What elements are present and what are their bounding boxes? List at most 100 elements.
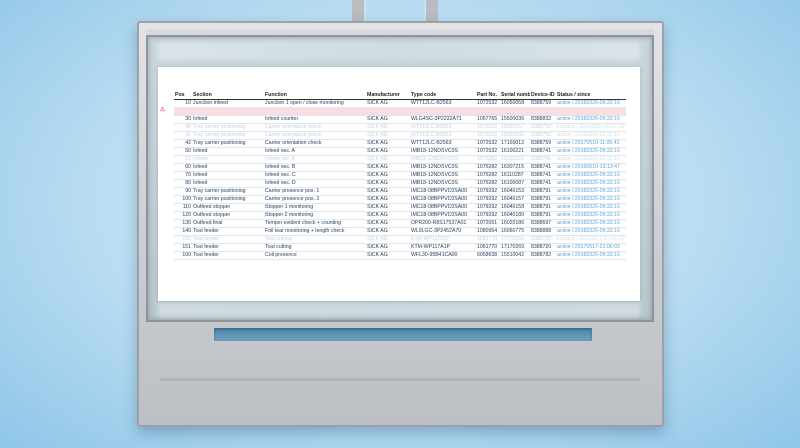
cell-status: active / 20160326-09:32:16 xyxy=(556,227,626,236)
cell-pos: 60 xyxy=(174,163,192,172)
cell-device-id: 8388782 xyxy=(530,251,556,260)
table-row[interactable]: 90 Tray carrier positioning Carrier presen… xyxy=(174,187,626,196)
cell-part-no: 1076282 xyxy=(476,171,500,180)
cell-device-id: 8388741 xyxy=(530,171,556,180)
cell-type-code: IMC18-08BPPVC0SA00 xyxy=(410,195,476,204)
cell-type-code: KTM-WP11781P xyxy=(410,235,476,244)
cell-device-id: 8388741 xyxy=(530,179,556,188)
monitor-card-slot[interactable] xyxy=(214,328,592,341)
table-row[interactable]: 150 Tout feeder Tout cutting SICK AG KTM-WP1… xyxy=(174,235,626,244)
cell-part-no: 1072051 xyxy=(476,219,500,228)
table-row[interactable]: 130 Outfeed final Temper evident check + c… xyxy=(174,219,626,228)
cell-type-code: IMB18-12NDSVC0S xyxy=(410,163,476,172)
table-row[interactable]: 160 Tout feeder Coil presence SICK AG WFL30-… xyxy=(174,251,626,260)
table-body: 10 Junction infeed Junction 1 open / close… xyxy=(174,99,626,260)
table-header-row: Pos Section Function Manufacturer Type code P… xyxy=(174,92,626,100)
table-row[interactable]: 140 Tout feeder Foil tear monitoring + len… xyxy=(174,227,626,236)
table-row[interactable]: 10 Junction infeed Junction 1 open / close… xyxy=(174,99,626,108)
cell-pos: 41 xyxy=(174,131,192,140)
cell-manufacturer: SICK AG xyxy=(366,203,410,212)
cell-device-id: 8388759 xyxy=(530,99,556,108)
column-header: Function xyxy=(264,92,366,100)
cell-device-id: 8388791 xyxy=(530,187,556,196)
cell-device-id xyxy=(530,107,556,116)
cell-function: Tout cutting xyxy=(264,243,366,252)
cell-section: Tray carrier positioning xyxy=(192,195,264,204)
cell-device-id: 8388758 xyxy=(530,123,556,132)
column-header: Serial number xyxy=(500,92,530,100)
cell-device-id: 8388741 xyxy=(530,163,556,172)
table-row[interactable]: 120 Outfeed stopper Stopper 2 monitoring SI… xyxy=(174,211,626,220)
column-header: Pos xyxy=(174,92,192,100)
cell-section: Tout feeder xyxy=(192,251,264,260)
column-header: Type code xyxy=(410,92,476,100)
cell-pos: 51 xyxy=(174,155,192,164)
table-row[interactable]: 151 Tout feeder Tout cutting SICK AG KTM-WP1… xyxy=(174,243,626,252)
cell-type-code: WTT12LC-B2563 xyxy=(410,131,476,140)
cell-serial: 15500036 xyxy=(500,115,530,124)
cell-serial: 16040158 xyxy=(500,203,530,212)
cell-section: Infeed xyxy=(192,155,264,164)
table-row[interactable]: 51 Infeed Infeed sec. A SICK AG IMB18-12NDSV… xyxy=(174,155,626,164)
table-row[interactable]: 40 Tray carrier positioning Carrier orient… xyxy=(174,123,626,132)
cell-manufacturer: SICK AG xyxy=(366,155,410,164)
table-row[interactable]: 110 Outfeed stopper Stopper 1 monitoring SI… xyxy=(174,203,626,212)
cell-status: inactive / 20160326-09:32:16 xyxy=(556,123,626,132)
cell-status xyxy=(556,107,626,116)
cell-status: active / 20160326-09:32:16 xyxy=(556,171,626,180)
cell-manufacturer: SICK AG xyxy=(366,139,410,148)
table-row[interactable]: 50 Infeed Infeed sec. A SICK AG IMB18-12NDSV… xyxy=(174,147,626,156)
cell-function: Infeed counter xyxy=(264,115,366,124)
cell-pos: 120 xyxy=(174,211,192,220)
table-row[interactable]: 70 Infeed Infeed sec. C SICK AG IMB18-12NDSV… xyxy=(174,171,626,180)
cell-serial: 17170269 xyxy=(500,235,530,244)
cell-manufacturer xyxy=(366,107,410,116)
cell-status: active / 20160326-09:32:16 xyxy=(556,187,626,196)
monitor-bottom-edge xyxy=(160,378,640,381)
cell-manufacturer: SICK AG xyxy=(366,187,410,196)
cell-device-id: 8388759 xyxy=(530,139,556,148)
cell-pos: 40 xyxy=(174,123,192,132)
cell-pos: 42 xyxy=(174,139,192,148)
cell-type-code: IMC18-08BPPVC0SA00 xyxy=(410,187,476,196)
cell-function: Infeed sec. A xyxy=(264,147,366,156)
cell-manufacturer: SICK AG xyxy=(366,115,410,124)
cell-manufacturer: SICK AG xyxy=(366,123,410,132)
cell-pos: 151 xyxy=(174,243,192,252)
column-header: Section xyxy=(192,92,264,100)
cell-function: Stopper 2 monitoring xyxy=(264,211,366,220)
cell-type-code: IMB18-12NDSVC0S xyxy=(410,179,476,188)
cell-part-no: 1067765 xyxy=(476,115,500,124)
table-row[interactable]: 60 Infeed Infeed sec. B SICK AG IMB18-12NDSV… xyxy=(174,163,626,172)
cell-part-no: 1079292 xyxy=(476,211,500,220)
table-row[interactable]: 30 Infeed Infeed counter SICK AG WLG4SC-3P22… xyxy=(174,115,626,124)
cell-manufacturer: SICK AG xyxy=(366,179,410,188)
cell-part-no: 6058638 xyxy=(476,251,500,260)
cell-function: Tout cutting xyxy=(264,235,366,244)
cell-section: Outfeed stopper xyxy=(192,211,264,220)
table-row[interactable]: 42 Tray carrier positioning Carrier orient… xyxy=(174,139,626,148)
cell-function: Carrier presence pos. 1 xyxy=(264,187,366,196)
table-row[interactable] xyxy=(174,107,626,116)
table-row[interactable]: 100 Tray carrier positioning Carrier prese… xyxy=(174,195,626,204)
cell-serial: 16100221 xyxy=(500,147,530,156)
cell-pos: 30 xyxy=(174,115,192,124)
table-row[interactable]: 80 Infeed Infeed sec. D SICK AG IMB18-12NDSV… xyxy=(174,179,626,188)
table-row[interactable]: 41 Tray carrier positioning Carrier orient… xyxy=(174,131,626,140)
highlight-marker-icon: ⚠ xyxy=(160,107,166,113)
cell-type-code: IMB18-12NDSVC0S xyxy=(410,155,476,164)
cell-pos: 90 xyxy=(174,187,192,196)
cell-section: Tout feeder xyxy=(192,235,264,244)
cell-status: active / 20160326-09:32:16 xyxy=(556,115,626,124)
cell-function: Junction 1 open / close monitoring xyxy=(264,99,366,108)
cell-type-code: IMB18-12NDSVC0S xyxy=(410,147,476,156)
cell-function: Infeed sec. D xyxy=(264,179,366,188)
cell-part-no: 1076282 xyxy=(476,155,500,164)
screen-blurred-footer xyxy=(158,303,640,317)
cell-status: active / 20160326-09:32:16 xyxy=(556,251,626,260)
cell-device-id: 8388720 xyxy=(530,235,556,244)
cell-manufacturer: SICK AG xyxy=(366,211,410,220)
cell-serial xyxy=(500,107,530,116)
device-table: Pos Section Function Manufacturer Type code P… xyxy=(174,92,626,260)
cell-pos: 110 xyxy=(174,203,192,212)
